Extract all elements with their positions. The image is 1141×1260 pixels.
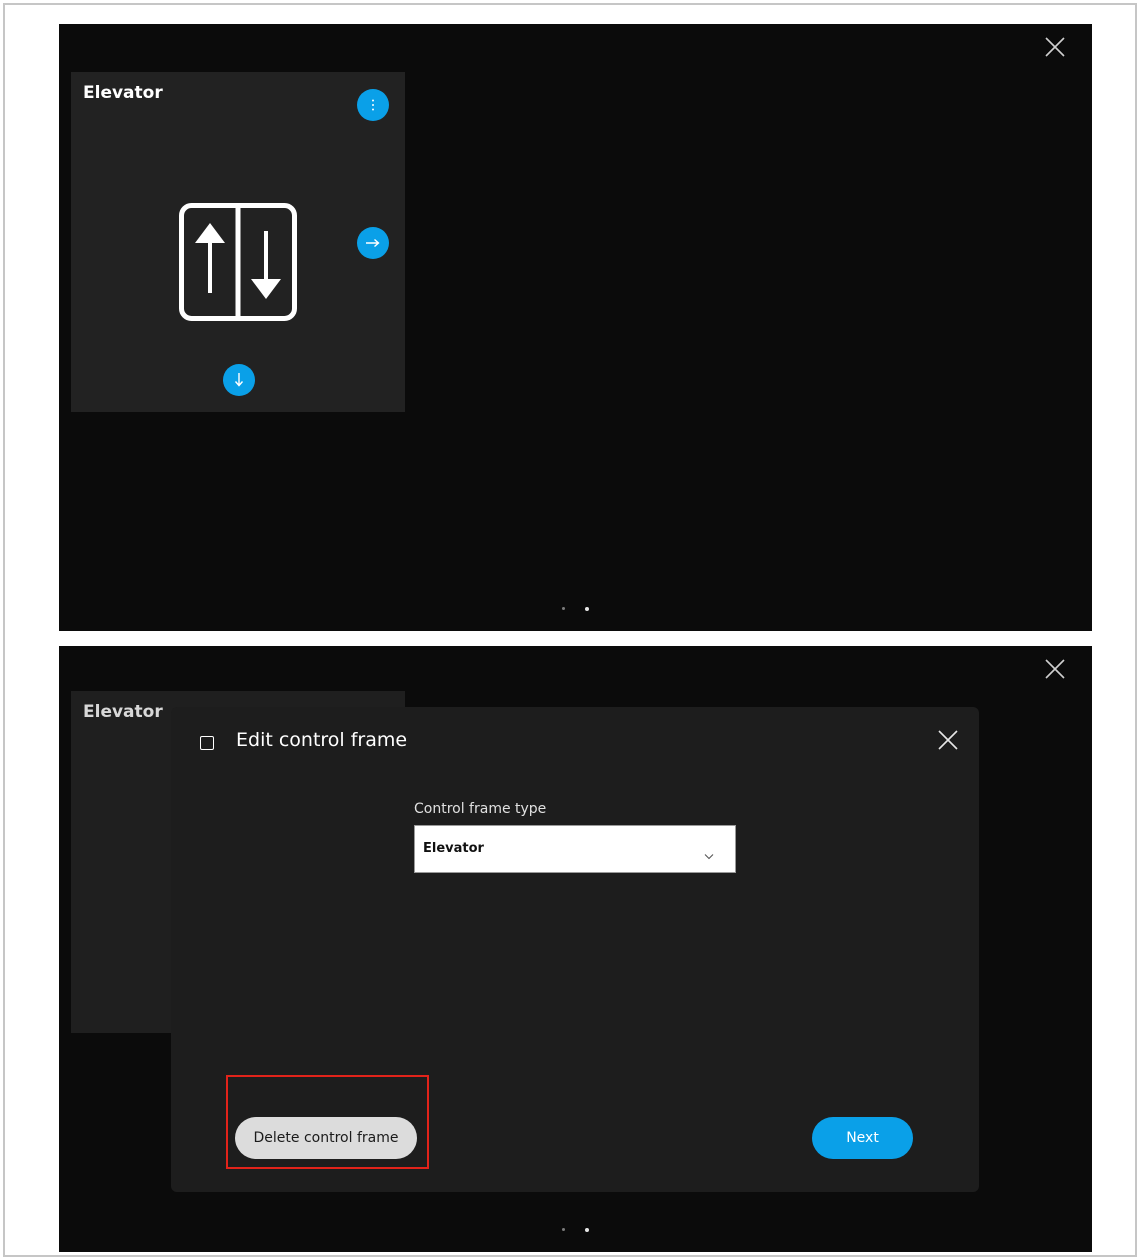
arrow-down-icon (234, 372, 244, 388)
elevator-icon (179, 203, 297, 325)
chevron-down-icon (704, 845, 714, 864)
page-dot-active[interactable] (585, 1227, 589, 1232)
close-icon[interactable] (1044, 36, 1066, 58)
tile-title: Elevator (83, 702, 163, 722)
more-vertical-icon (371, 99, 375, 111)
page-dot-active[interactable] (585, 606, 589, 611)
edit-dialog-screen: Elevator Edit control frame Control fram… (59, 646, 1092, 1252)
highlight-box (226, 1075, 429, 1169)
tile-overview-screen: Elevator (59, 24, 1092, 631)
control-frame-type-select[interactable]: Elevator (414, 825, 736, 873)
control-frame-type-label: Control frame type (414, 801, 547, 817)
close-icon[interactable] (937, 729, 959, 751)
resize-right-button[interactable] (357, 227, 389, 259)
tile-title: Elevator (83, 83, 163, 103)
resize-down-button[interactable] (223, 364, 255, 396)
next-button[interactable]: Next (812, 1117, 913, 1159)
dialog-title: Edit control frame (236, 729, 408, 751)
arrow-right-icon (365, 238, 381, 248)
tile-menu-button[interactable] (357, 89, 389, 121)
page-indicator (59, 606, 1092, 613)
close-icon[interactable] (1044, 658, 1066, 680)
page-dot[interactable] (562, 607, 565, 610)
page-dot[interactable] (562, 1228, 565, 1231)
dialog-checkbox[interactable] (200, 736, 214, 750)
select-value: Elevator (423, 841, 484, 856)
elevator-tile[interactable]: Elevator (71, 72, 405, 412)
page-indicator (59, 1227, 1092, 1234)
